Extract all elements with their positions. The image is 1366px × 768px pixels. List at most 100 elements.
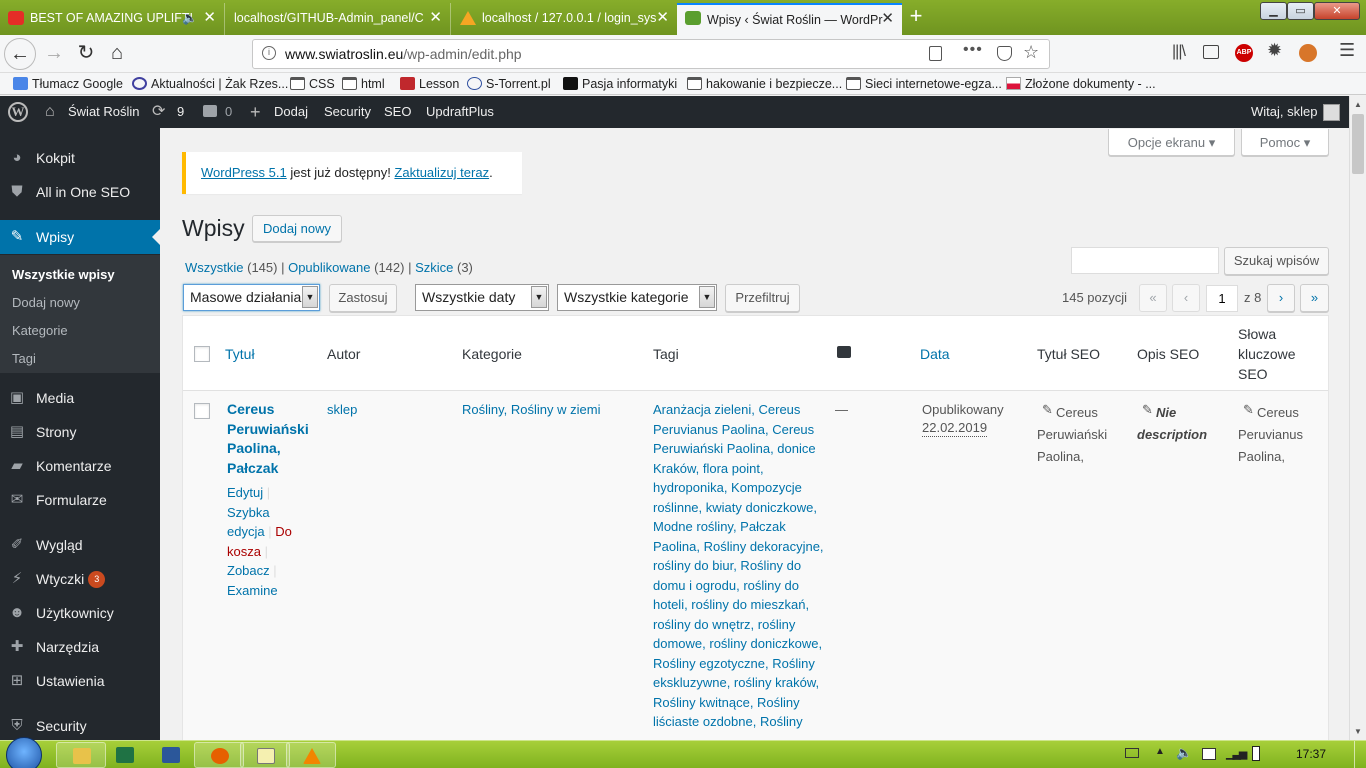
bookmark-item[interactable]: CSS [289, 73, 335, 95]
view-link[interactable]: Zobacz [227, 563, 270, 578]
edit-link[interactable]: Edytuj [227, 485, 263, 500]
avatar[interactable] [1323, 104, 1340, 121]
tray-expand-icon[interactable]: ▲ [1155, 746, 1165, 757]
menu-media[interactable]: ▣ Media [0, 381, 160, 415]
reload-icon[interactable]: ↻ [70, 38, 102, 70]
menu-formularze[interactable]: ✉ Formularze [0, 483, 160, 517]
volume-icon[interactable]: 🔈 [1176, 745, 1192, 761]
prev-page-button[interactable]: ‹ [1172, 284, 1200, 312]
author-link[interactable]: sklep [327, 400, 357, 420]
menu-komentarze[interactable]: ▰ Komentarze [0, 449, 160, 483]
scroll-up-icon[interactable]: ▲ [1350, 96, 1366, 113]
last-page-button[interactable]: » [1300, 284, 1329, 312]
maximize-icon[interactable]: ▭ [1287, 2, 1314, 20]
filter-button[interactable]: Przefiltruj [725, 284, 800, 312]
next-page-button[interactable]: › [1267, 284, 1295, 312]
taskbar-explorer[interactable] [56, 742, 106, 768]
bookmark-item[interactable]: hakowanie i bezpiecze... [686, 73, 842, 95]
browser-tab-active[interactable]: Wpisy ‹ Świat Roślin — WordPr ✕ [677, 3, 902, 35]
pocket-icon[interactable] [997, 46, 1012, 61]
categories-links[interactable]: Rośliny, Rośliny w ziemi [462, 400, 600, 420]
dates-select[interactable]: Wszystkie daty ▼ [415, 284, 549, 311]
bookmark-item[interactable]: Sieci internetowe-egza... [845, 73, 1002, 95]
menu-narzedzia[interactable]: ✚ Narzędzia [0, 630, 160, 664]
updates-count[interactable]: 9 [177, 96, 184, 128]
menu-uzytkownicy[interactable]: ☻ Użytkownicy [0, 596, 160, 630]
taskbar-word[interactable] [146, 742, 196, 768]
menu-ustawienia[interactable]: ⊞ Ustawienia [0, 664, 160, 698]
comments-column-icon[interactable] [837, 346, 851, 358]
select-all-checkbox[interactable] [194, 346, 210, 362]
bookmark-item[interactable]: Lesson [399, 73, 459, 95]
taskbar-vlc[interactable] [286, 742, 336, 768]
back-icon[interactable]: ← [4, 38, 36, 70]
scroll-down-icon[interactable]: ▼ [1350, 723, 1366, 740]
menu-icon[interactable]: ☰ [1339, 40, 1355, 61]
url-bar[interactable]: i www.swiatroslin.eu/wp-admin/edit.php •… [252, 39, 1050, 69]
site-name-link[interactable]: Świat Roślin [68, 96, 140, 128]
forward-icon[interactable]: → [38, 38, 70, 70]
search-posts-button[interactable]: Szukaj wpisów [1224, 247, 1329, 275]
extension-icon[interactable] [1299, 44, 1317, 62]
filter-all-link[interactable]: Wszystkie [185, 260, 244, 275]
search-input[interactable] [1071, 247, 1219, 274]
menu-wtyczki[interactable]: ⚡ Wtyczki 3 [0, 562, 160, 596]
filter-published-link[interactable]: Opublikowane [288, 260, 370, 275]
menu-kokpit[interactable]: ◕ Kokpit [0, 141, 160, 175]
add-new-link[interactable]: Dodaj [274, 96, 308, 128]
column-date[interactable]: Data [920, 344, 950, 364]
browser-tab[interactable]: localhost/GITHUB-Admin_panel/C ✕ [226, 3, 451, 35]
battery-icon[interactable] [1252, 746, 1260, 761]
sidebar-icon[interactable] [1203, 45, 1219, 59]
bookmark-item[interactable]: Złożone dokumenty - ... [1005, 73, 1156, 95]
add-new-post-button[interactable]: Dodaj nowy [252, 215, 342, 242]
menu-wyglad[interactable]: ✐ Wygląd [0, 528, 160, 562]
close-tab-icon[interactable]: ✕ [203, 3, 216, 33]
comments-count[interactable]: 0 [225, 96, 232, 128]
comments-icon[interactable] [203, 105, 217, 117]
first-page-button[interactable]: « [1139, 284, 1167, 312]
submenu-add-new[interactable]: Dodaj nowy [12, 293, 80, 313]
taskbar-excel[interactable] [100, 742, 150, 768]
adblock-icon[interactable]: ABP [1235, 44, 1253, 62]
reader-view-icon[interactable] [929, 46, 942, 61]
help-button[interactable]: Pomoc ▾ [1241, 129, 1329, 156]
apply-button[interactable]: Zastosuj [329, 284, 397, 312]
menu-strony[interactable]: ▤ Strony [0, 415, 160, 449]
bookmark-item[interactable]: Aktualności | Żak Rzes... [131, 73, 288, 95]
bookmark-item[interactable]: Tłumacz Google [12, 73, 123, 95]
menu-aioseo[interactable]: ⛊ All in One SEO [0, 175, 160, 209]
network-icon[interactable] [1202, 748, 1216, 760]
post-title-link[interactable]: Cereus Peruwiański Paolina, Pałczak [227, 400, 313, 478]
submenu-categories[interactable]: Kategorie [12, 321, 68, 341]
bulk-actions-select[interactable]: Masowe działania ▼ [183, 284, 320, 311]
gear-icon[interactable]: ✹ [1267, 40, 1282, 61]
update-now-link[interactable]: Zaktualizuj teraz [394, 165, 489, 180]
close-window-icon[interactable]: ✕ [1314, 2, 1360, 20]
library-icon[interactable]: |||\ [1172, 43, 1186, 61]
show-desktop-button[interactable] [1354, 741, 1366, 768]
browser-tab[interactable]: BEST OF AMAZING UPLIFTI 🔈 ✕ [0, 3, 225, 35]
updates-icon[interactable]: ⟳ [152, 96, 165, 128]
minimize-icon[interactable]: ▁ [1260, 2, 1287, 20]
new-tab-icon[interactable]: + [905, 4, 927, 30]
bookmark-item[interactable]: S-Torrent.pl [466, 73, 551, 95]
current-page-input[interactable] [1206, 285, 1238, 312]
close-tab-icon[interactable]: ✕ [656, 3, 669, 33]
bookmark-star-icon[interactable]: ☆ [1023, 42, 1039, 63]
row-checkbox[interactable] [194, 403, 210, 419]
info-icon[interactable]: i [262, 46, 276, 60]
home-icon[interactable]: ⌂ [101, 38, 133, 70]
clock[interactable]: 17:37 [1296, 747, 1326, 761]
page-actions-icon[interactable]: ••• [963, 41, 983, 59]
examine-link[interactable]: Examine [227, 583, 278, 598]
seo-link[interactable]: SEO [384, 96, 411, 128]
submenu-all-posts[interactable]: Wszystkie wpisy [12, 265, 115, 285]
wordpress-version-link[interactable]: WordPress 5.1 [201, 165, 287, 180]
close-tab-icon[interactable]: ✕ [881, 5, 894, 33]
column-title[interactable]: Tytuł [225, 344, 255, 364]
taskbar-firefox[interactable] [194, 742, 244, 768]
user-greeting[interactable]: Witaj, sklep [1251, 96, 1317, 128]
security-link[interactable]: Security [324, 96, 371, 128]
scroll-thumb[interactable] [1352, 114, 1364, 174]
